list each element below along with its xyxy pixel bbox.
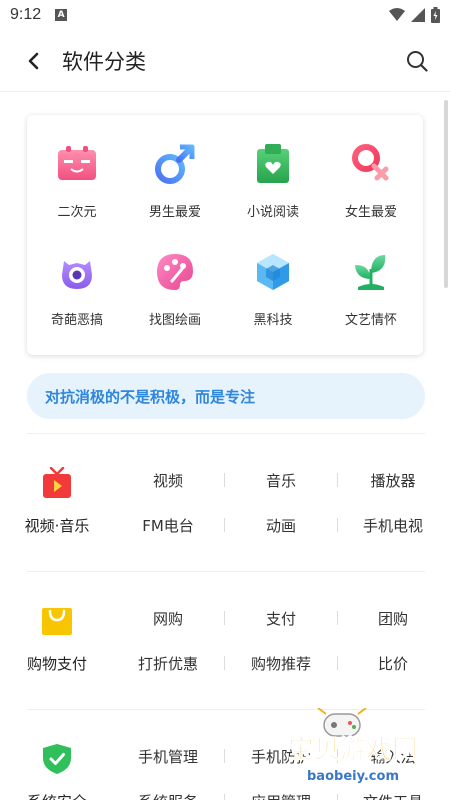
shopping-bag-icon xyxy=(41,605,73,637)
category-label: 女生最爱 xyxy=(344,205,397,220)
category-qipa[interactable]: 奇葩恶搞 xyxy=(32,249,122,349)
group-title: 购物支付 xyxy=(26,655,87,673)
tag-separator xyxy=(224,611,225,625)
book-heart-icon xyxy=(250,141,296,187)
tag-separator xyxy=(224,749,225,763)
tag-file-tools[interactable]: 文件工具 xyxy=(343,791,443,800)
tag-discounts[interactable]: 打折优惠 xyxy=(118,653,218,674)
male-symbol-icon xyxy=(152,141,198,187)
cube-icon xyxy=(250,249,296,295)
tag-separator xyxy=(224,518,225,532)
app-header: 软件分类 xyxy=(0,30,450,92)
monster-icon xyxy=(54,249,100,295)
group-video-music[interactable]: 视频·音乐 xyxy=(12,467,102,536)
svg-text:baobeiy.com: baobeiy.com xyxy=(307,769,399,784)
category-label: 二次元 xyxy=(57,205,97,220)
search-icon xyxy=(407,51,428,72)
palette-icon xyxy=(152,249,198,295)
tag-separator xyxy=(337,473,338,487)
group-title: 系统安全 xyxy=(27,791,87,800)
tag-separator xyxy=(224,473,225,487)
category-label: 文艺情怀 xyxy=(344,313,397,328)
tag-price-compare[interactable]: 比价 xyxy=(343,653,443,674)
tag-online-shopping[interactable]: 网购 xyxy=(118,608,218,629)
wifi-icon xyxy=(389,8,405,21)
group-title: 视频·音乐 xyxy=(24,517,90,535)
tag-separator xyxy=(224,794,225,800)
banner-text: 对抗消极的不是积极，而是专注 xyxy=(45,387,256,406)
plant-icon xyxy=(348,249,394,295)
category-label: 奇葩恶搞 xyxy=(50,313,103,328)
bilibili-tv-icon xyxy=(54,141,100,187)
category-zhaotu[interactable]: 找图绘画 xyxy=(130,249,220,349)
scrollbar-thumb[interactable] xyxy=(444,100,448,288)
tag-separator xyxy=(337,518,338,532)
tag-phone-protection[interactable]: 手机防护 xyxy=(231,746,331,767)
chevron-left-icon xyxy=(28,52,39,69)
quote-banner[interactable]: 对抗消极的不是积极，而是专注 xyxy=(27,373,425,419)
tag-group-buy[interactable]: 团购 xyxy=(343,608,443,629)
tag-separator xyxy=(337,794,338,800)
category-label: 小说阅读 xyxy=(246,205,299,220)
divider xyxy=(27,433,425,434)
category-xiaoshuo[interactable]: 小说阅读 xyxy=(228,141,318,241)
female-symbol-icon xyxy=(348,141,394,187)
group-system-security[interactable]: 系统安全 xyxy=(12,743,102,800)
category-grid: 二次元 男生最爱 小说阅读 女生最爱 奇葩恶搞 找图绘画 黑科技 文艺情怀 xyxy=(27,115,423,355)
tag-separator xyxy=(337,749,338,763)
divider xyxy=(27,571,425,572)
tag-app-management[interactable]: 应用管理 xyxy=(231,791,331,800)
tag-payment[interactable]: 支付 xyxy=(231,608,331,629)
tag-separator xyxy=(337,611,338,625)
tag-phone-management[interactable]: 手机管理 xyxy=(118,746,218,767)
category-label: 男生最爱 xyxy=(148,205,201,220)
status-bar: 9:12 A xyxy=(0,0,450,30)
scrollbar[interactable] xyxy=(444,100,448,800)
back-button[interactable] xyxy=(18,46,48,76)
category-nvsheng[interactable]: 女生最爱 xyxy=(326,141,416,241)
tag-music[interactable]: 音乐 xyxy=(231,470,331,491)
divider xyxy=(27,709,425,710)
status-time: 9:12 xyxy=(10,6,42,23)
tag-shopping-recommend[interactable]: 购物推荐 xyxy=(231,653,331,674)
tag-video[interactable]: 视频 xyxy=(118,470,218,491)
shield-check-icon xyxy=(41,743,73,775)
category-nansheng[interactable]: 男生最爱 xyxy=(130,141,220,241)
cell-signal-icon xyxy=(411,8,425,22)
tag-animation[interactable]: 动画 xyxy=(231,515,331,536)
tag-player[interactable]: 播放器 xyxy=(343,470,443,491)
search-button[interactable] xyxy=(402,46,432,76)
tag-fm-radio[interactable]: FM电台 xyxy=(118,515,218,536)
category-label: 黑科技 xyxy=(253,313,293,328)
tag-separator xyxy=(224,656,225,670)
tag-system-services[interactable]: 系统服务 xyxy=(118,791,218,800)
category-erciyuan[interactable]: 二次元 xyxy=(32,141,122,241)
category-heikeji[interactable]: 黑科技 xyxy=(228,249,318,349)
category-label: 找图绘画 xyxy=(148,313,201,328)
tv-play-icon xyxy=(41,467,73,499)
category-wenyi[interactable]: 文艺情怀 xyxy=(326,249,416,349)
notification-icon: A xyxy=(55,9,68,21)
status-icons xyxy=(389,7,440,23)
battery-icon xyxy=(431,7,440,23)
tag-input-method[interactable]: 输入法 xyxy=(343,746,443,767)
page-title: 软件分类 xyxy=(62,49,146,74)
tag-mobile-tv[interactable]: 手机电视 xyxy=(343,515,443,536)
tag-separator xyxy=(337,656,338,670)
group-shopping-payment[interactable]: 购物支付 xyxy=(12,605,102,674)
